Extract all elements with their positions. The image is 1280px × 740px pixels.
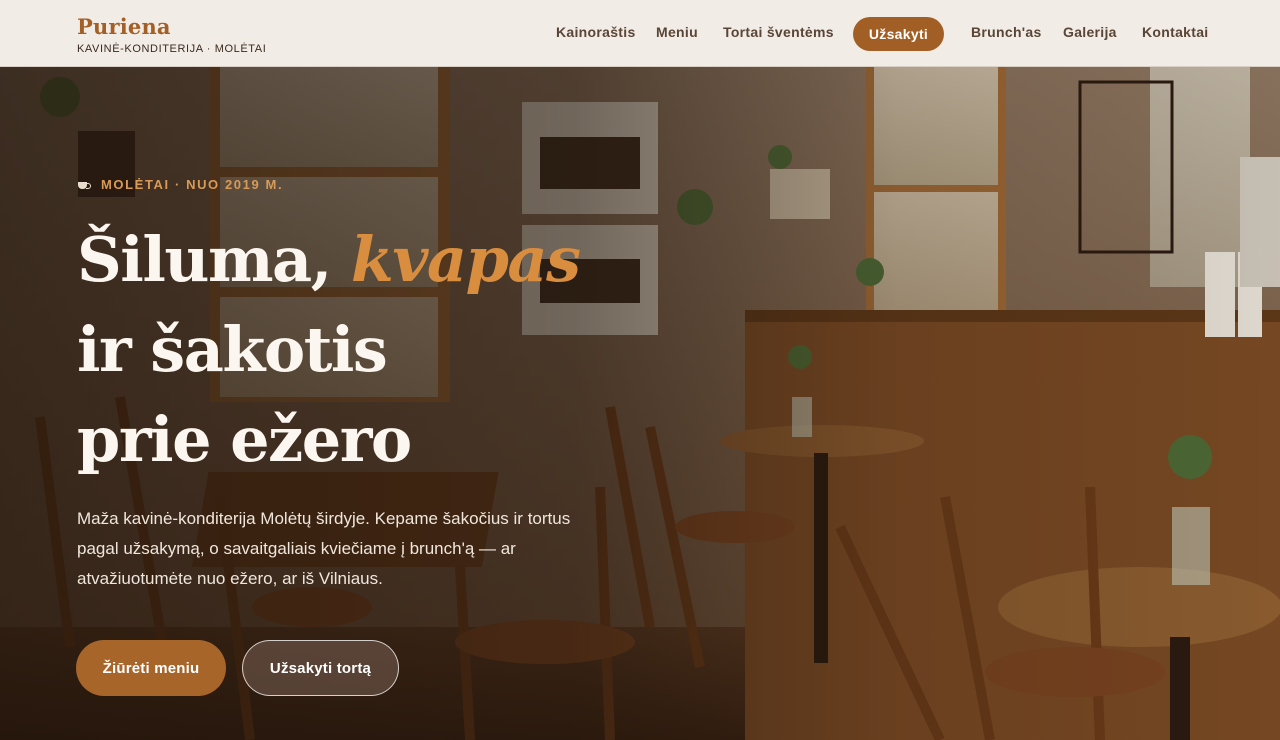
nav-item-kontaktai[interactable]: Kontaktai — [1142, 24, 1209, 40]
headline-line-1: Šiluma, kvapas — [77, 215, 717, 305]
nav-item-brunch[interactable]: Brunch'as — [971, 24, 1042, 40]
eyebrow-text: MOLĖTAI · NUO 2019 M. — [101, 177, 284, 192]
hero-eyebrow: MOLĖTAI · NUO 2019 M. — [77, 177, 283, 192]
headline-plain: Šiluma, — [77, 223, 351, 296]
nav-item-kainorastis[interactable]: Kainoraštis — [556, 24, 636, 40]
hero-section: MOLĖTAI · NUO 2019 M. Šiluma, kvapas ir … — [0, 67, 1280, 740]
hero-headline: Šiluma, kvapas ir šakotis prie ežero — [77, 215, 717, 485]
main-nav: Kainoraštis Meniu Tortai šventėms Užsaky… — [0, 0, 1280, 67]
nav-item-meniu[interactable]: Meniu — [656, 24, 698, 40]
headline-line-3: prie ežero — [77, 403, 412, 476]
nav-item-galerija[interactable]: Galerija — [1063, 24, 1117, 40]
coffee-cup-icon — [77, 179, 91, 191]
site-header: Puriena KAVINĖ-KONDITERIJA · MOLĖTAI Kai… — [0, 0, 1280, 67]
hero-lead: Maža kavinė-konditerija Molėtų širdyje. … — [77, 509, 571, 588]
nav-item-tortai[interactable]: Tortai šventėms — [723, 24, 834, 40]
order-button[interactable]: Užsakyti — [853, 17, 944, 51]
headline-line-2: ir šakotis — [77, 313, 388, 386]
headline-accent: kvapas — [350, 223, 581, 296]
view-menu-button[interactable]: Žiūrėti meniu — [76, 640, 226, 696]
order-cake-button[interactable]: Užsakyti tortą — [242, 640, 399, 696]
